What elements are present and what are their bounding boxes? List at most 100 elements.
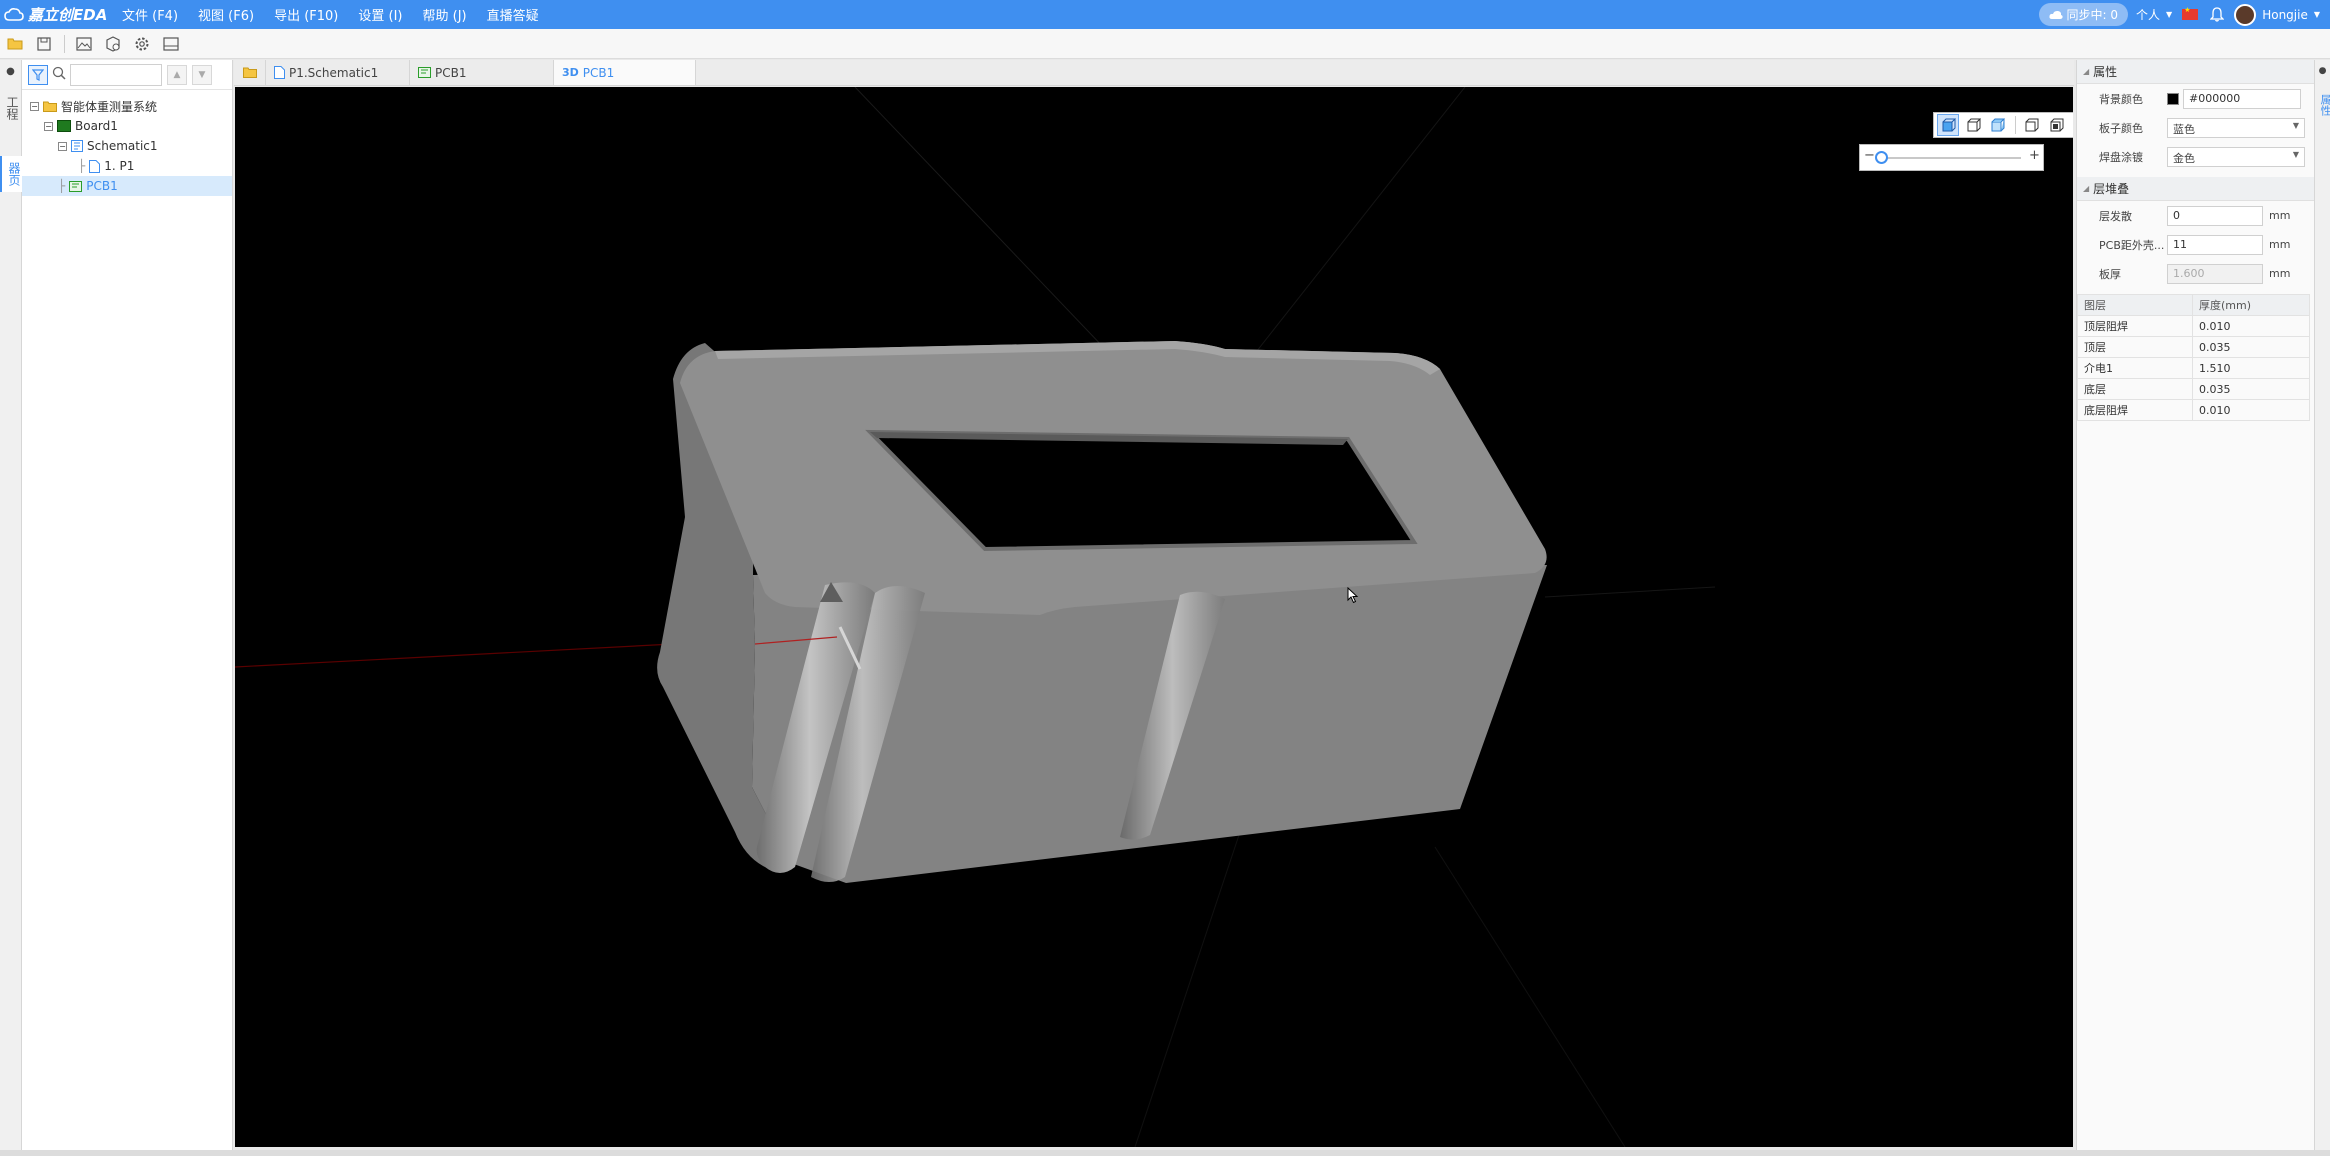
project-panel: ▲ ▼ − 智能体重测量系统 − Board1 − Schematic1 ├ 1… xyxy=(22,60,233,1150)
menu-right-group: 同步中: 0 个人 ▼ Hongjie ▼ xyxy=(2038,0,2330,29)
table-row[interactable]: 底层 0.035 xyxy=(2077,378,2310,400)
orthographic-view-icon[interactable] xyxy=(1962,114,1984,136)
front-view-icon[interactable] xyxy=(2020,114,2042,136)
china-flag-icon[interactable] xyxy=(2182,6,2199,20)
layer-spacing-input[interactable]: 0 xyxy=(2167,205,2263,226)
tab-schematic[interactable]: P1.Schematic1 xyxy=(266,60,410,85)
filter-icon[interactable] xyxy=(28,64,48,85)
3d-icon: 3D xyxy=(562,66,579,79)
toolbar-divider xyxy=(2015,116,2017,134)
color-swatch[interactable] xyxy=(2167,92,2179,105)
collapse-icon[interactable]: − xyxy=(58,141,67,151)
chevron-up-icon[interactable]: ▲ xyxy=(167,64,187,85)
zoom-in-button[interactable]: + xyxy=(2029,148,2040,163)
menu-view[interactable]: 视图 (F6) xyxy=(188,5,264,24)
image-export-icon[interactable] xyxy=(73,33,95,55)
board-color-select[interactable]: 蓝色 ▼ xyxy=(2167,117,2305,138)
user-avatar[interactable] xyxy=(2234,3,2257,26)
stackup-table: 图层 厚度(mm) 顶层阻焊 0.010 顶层 0.035 介电1 1.510 … xyxy=(2077,294,2310,421)
cloud-sync-icon xyxy=(2048,10,2063,19)
menu-file[interactable]: 文件 (F4) xyxy=(112,5,188,24)
3d-scene[interactable] xyxy=(235,87,2073,1147)
menu-export[interactable]: 导出 (F10) xyxy=(264,5,348,24)
sync-status-badge[interactable]: 同步中: 0 xyxy=(2038,3,2129,26)
tab-pcb[interactable]: PCB1 xyxy=(410,60,554,85)
table-row[interactable]: 底层阻焊 0.010 xyxy=(2077,399,2310,421)
pcb-distance-row: PCB距外壳... 11 mm xyxy=(2077,230,2314,259)
properties-section-header[interactable]: ◢ 属性 xyxy=(2077,60,2314,84)
collapse-icon[interactable]: − xyxy=(30,101,39,111)
personal-menu[interactable]: 个人 ▼ xyxy=(2136,6,2172,23)
mouse-cursor-icon xyxy=(1347,586,1359,608)
menu-settings[interactable]: 设置 (I) xyxy=(348,5,412,24)
open-folder-icon[interactable] xyxy=(4,33,26,55)
layer-name-cell: 顶层 xyxy=(2077,336,2193,358)
left-view-icon[interactable] xyxy=(2069,114,2073,136)
zoom-out-button[interactable]: − xyxy=(1864,148,1875,163)
gear-icon[interactable] xyxy=(131,33,153,55)
background-color-label: 背景颜色 xyxy=(2099,92,2143,106)
solid-view-icon[interactable] xyxy=(1986,114,2008,136)
personal-label: 个人 xyxy=(2136,8,2161,22)
board-thickness-input: 1.600 xyxy=(2167,263,2263,284)
tree-item-schematic[interactable]: − Schematic1 xyxy=(22,136,232,156)
back-view-icon[interactable] xyxy=(2045,114,2067,136)
folder-icon xyxy=(43,101,57,112)
app-logo-text: 嘉立创EDA xyxy=(28,6,108,24)
panel-toggle-icon[interactable] xyxy=(160,33,182,55)
tab-3d-pcb[interactable]: 3D PCB1 xyxy=(554,60,696,85)
pin-icon[interactable]: ● xyxy=(2315,60,2330,90)
unit-label: mm xyxy=(2269,238,2291,251)
chevron-down-icon: ▼ xyxy=(2292,120,2299,130)
notification-bell-icon[interactable] xyxy=(2210,7,2225,22)
schematic-icon xyxy=(71,140,83,152)
chevron-down-icon: ▼ xyxy=(2292,149,2299,159)
pad-finish-select[interactable]: 金色 ▼ xyxy=(2167,146,2305,167)
menu-help[interactable]: 帮助 (J) xyxy=(412,5,476,24)
table-row[interactable]: 顶层阻焊 0.010 xyxy=(2077,315,2310,337)
left-vertical-tabs: ● 工程 器页 xyxy=(0,60,27,1150)
zoom-track[interactable] xyxy=(1876,157,2021,159)
collapse-icon[interactable]: − xyxy=(44,121,53,131)
search-icon[interactable] xyxy=(52,66,66,84)
zoom-slider-bar: − + xyxy=(1859,144,2044,171)
cloud-logo-icon xyxy=(4,7,24,21)
layer-name-cell: 顶层阻焊 xyxy=(2077,315,2193,337)
stackup-section-header[interactable]: ◢ 层堆叠 xyxy=(2077,177,2314,201)
board-color-row: 板子颜色 蓝色 ▼ xyxy=(2077,113,2314,142)
page-icon xyxy=(274,66,285,79)
tree-item-page[interactable]: ├ 1. P1 xyxy=(22,156,232,176)
board-color-label: 板子颜色 xyxy=(2099,121,2143,135)
background-color-input[interactable]: #000000 xyxy=(2183,88,2301,109)
perspective-view-icon[interactable] xyxy=(1937,114,1959,136)
table-row[interactable]: 顶层 0.035 xyxy=(2077,336,2310,358)
user-menu[interactable]: Hongjie ▼ xyxy=(2262,8,2320,22)
pad-finish-row: 焊盘涂镀 金色 ▼ xyxy=(2077,142,2314,171)
save-icon[interactable] xyxy=(33,33,55,55)
stackup-title: 层堆叠 xyxy=(2093,182,2130,196)
board-color-value: 蓝色 xyxy=(2173,122,2195,136)
tree-item-project[interactable]: − 智能体重测量系统 xyxy=(22,96,232,116)
layer-thickness-cell: 1.510 xyxy=(2192,357,2310,379)
layer-spacing-label: 层发散 xyxy=(2099,209,2132,223)
folder-icon[interactable] xyxy=(234,60,266,85)
unit-label: mm xyxy=(2269,209,2291,222)
pin-icon[interactable]: ● xyxy=(0,60,21,90)
unit-label: mm xyxy=(2269,267,2291,280)
pcb-distance-input[interactable]: 11 xyxy=(2167,234,2263,255)
layer-thickness-cell: 0.035 xyxy=(2192,336,2310,358)
tree-search-input[interactable] xyxy=(70,63,162,86)
status-bar xyxy=(0,1150,2330,1156)
menu-live-qa[interactable]: 直播答疑 xyxy=(477,5,549,24)
tab-properties[interactable]: 属性 xyxy=(2315,90,2330,120)
chevron-down-icon[interactable]: ▼ xyxy=(192,64,212,85)
3d-viewport[interactable]: − + xyxy=(235,87,2073,1147)
table-row[interactable]: 介电1 1.510 xyxy=(2077,357,2310,379)
zoom-slider-handle[interactable] xyxy=(1875,151,1888,164)
app-logo[interactable]: 嘉立创EDA xyxy=(0,4,112,25)
tree-item-pcb[interactable]: ├ PCB1 xyxy=(22,176,232,196)
tree-item-board[interactable]: − Board1 xyxy=(22,116,232,136)
model-settings-icon[interactable] xyxy=(102,33,124,55)
properties-panel: ◢ 属性 背景颜色 #000000 板子颜色 蓝色 ▼ 焊盘涂镀 金色 ▼ ◢ … xyxy=(2076,60,2314,1150)
sync-status-text: 同步中: 0 xyxy=(2066,8,2119,22)
